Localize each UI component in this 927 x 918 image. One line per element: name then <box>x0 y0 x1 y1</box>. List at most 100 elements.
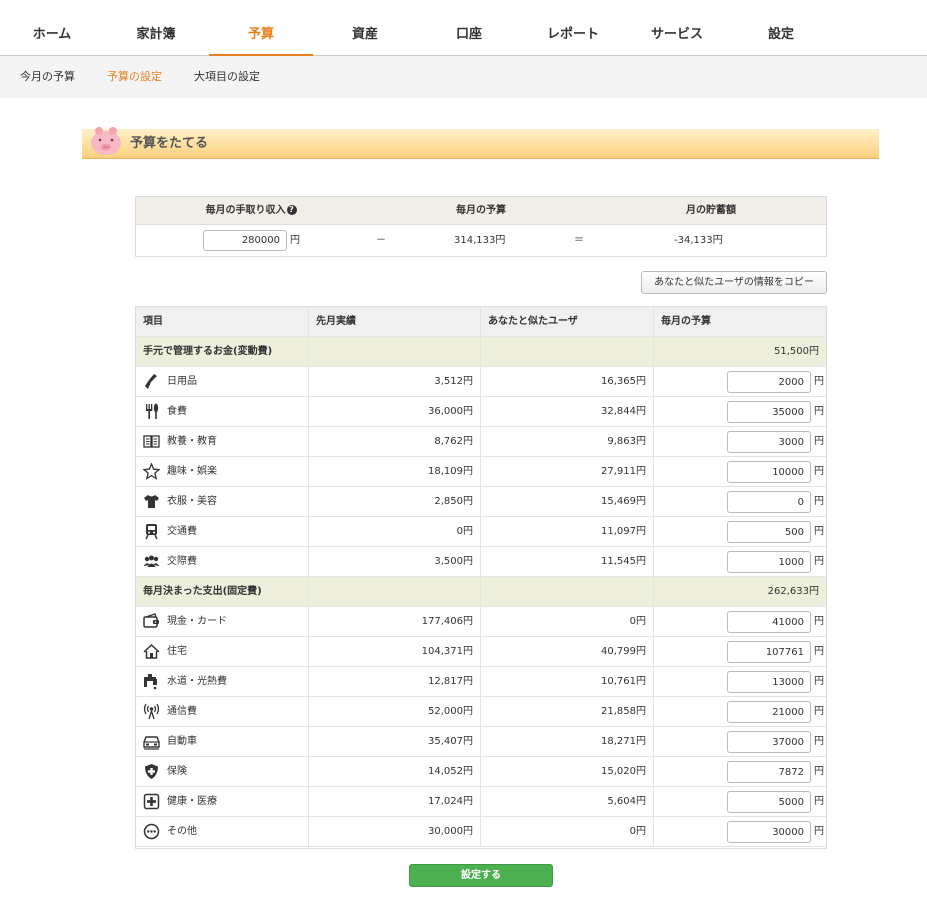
budget-input[interactable] <box>727 491 811 513</box>
row-last-month: 17,024円 <box>309 787 481 816</box>
row-similar-user: 0円 <box>481 817 654 846</box>
category-total: 51,500円 <box>774 346 819 357</box>
budget-input[interactable] <box>727 401 811 423</box>
yen-unit: 円 <box>814 766 824 777</box>
row-similar-user: 11,545円 <box>481 547 654 576</box>
row-similar-user: 16,365円 <box>481 367 654 396</box>
budget-input[interactable] <box>727 821 811 843</box>
shirt-icon <box>144 495 159 508</box>
row-item: 保険 <box>136 757 309 786</box>
table-row: 保険 14,052円15,020円 円 <box>136 757 826 787</box>
antenna-icon <box>143 703 160 720</box>
yen-unit: 円 <box>814 706 824 717</box>
subnav-category-settings[interactable]: 大項目の設定 <box>194 56 260 98</box>
row-item: 食費 <box>136 397 309 426</box>
row-last-month: 3,512円 <box>309 367 481 396</box>
table-header: 項目 先月実績 あなたと似たユーザ 毎月の予算 <box>136 307 826 337</box>
nav-report[interactable]: レポート <box>521 0 625 56</box>
header-similar-user: あなたと似たユーザ <box>481 307 654 336</box>
row-last-month: 18,109円 <box>309 457 481 486</box>
budget-input[interactable] <box>727 521 811 543</box>
budget-input[interactable] <box>727 551 811 573</box>
equals-sign: ＝ <box>574 235 584 246</box>
row-item: 健康・医療 <box>136 787 309 816</box>
copy-similar-user-button[interactable]: あなたと似たユーザの情報をコピー <box>641 271 827 294</box>
nav-accounts[interactable]: 口座 <box>417 0 521 56</box>
income-yen: 円 <box>290 235 300 246</box>
budget-input[interactable] <box>727 611 811 633</box>
yen-unit: 円 <box>814 496 824 507</box>
row-item: 水道・光熱費 <box>136 667 309 696</box>
nav-services[interactable]: サービス <box>625 0 729 56</box>
row-item: 趣味・娯楽 <box>136 457 309 486</box>
income-header: 毎月の手取り収入? <box>136 197 366 225</box>
row-similar-user: 27,911円 <box>481 457 654 486</box>
yen-unit: 円 <box>814 796 824 807</box>
category-empty <box>481 337 654 366</box>
nav-home[interactable]: ホーム <box>0 0 104 56</box>
row-item: その他 <box>136 817 309 846</box>
row-similar-user: 10,761円 <box>481 667 654 696</box>
medical-cross-icon <box>143 793 160 810</box>
header-last-month: 先月実績 <box>309 307 481 336</box>
table-row: 住宅 104,371円40,799円 円 <box>136 637 826 667</box>
budget-input[interactable] <box>727 431 811 453</box>
row-label: 交際費 <box>167 556 197 567</box>
shield-plus-icon <box>145 764 158 779</box>
budget-input[interactable] <box>727 791 811 813</box>
table-row: 食費 36,000円32,844円 円 <box>136 397 826 427</box>
income-label: 毎月の手取り収入 <box>205 205 286 216</box>
savings-header: 月の貯蓄額 <box>686 205 736 216</box>
summary-table: 毎月の手取り収入? 毎月の予算 月の貯蓄額 円 － 314,133円 ＝ -34… <box>135 196 827 257</box>
row-last-month: 3,500円 <box>309 547 481 576</box>
nav-household-book[interactable]: 家計簿 <box>104 0 208 56</box>
row-label: 通信費 <box>167 706 197 717</box>
row-item: 教養・教育 <box>136 427 309 456</box>
row-item: 住宅 <box>136 637 309 666</box>
nav-budget[interactable]: 予算 <box>209 0 313 57</box>
row-label: 交通費 <box>167 526 197 537</box>
yen-unit: 円 <box>814 526 824 537</box>
nav-settings[interactable]: 設定 <box>729 0 833 56</box>
row-label: 住宅 <box>167 646 187 657</box>
table-row: 衣服・美容 2,850円15,469円 円 <box>136 487 826 517</box>
minus-sign: － <box>376 235 386 246</box>
category-label: 手元で管理するお金(変動費) <box>136 337 309 366</box>
nav-assets[interactable]: 資産 <box>313 0 417 56</box>
row-similar-user: 15,469円 <box>481 487 654 516</box>
sub-navigation: 今月の予算 予算の設定 大項目の設定 <box>0 56 927 98</box>
people-icon <box>143 555 160 567</box>
budget-input[interactable] <box>727 761 811 783</box>
income-input[interactable] <box>203 230 287 251</box>
row-label: 食費 <box>167 406 187 417</box>
section-banner: 予算をたてる <box>82 127 879 159</box>
yen-unit: 円 <box>814 406 824 417</box>
row-last-month: 36,000円 <box>309 397 481 426</box>
budget-input[interactable] <box>727 641 811 663</box>
car-icon <box>143 736 160 750</box>
row-similar-user: 11,097円 <box>481 517 654 546</box>
budget-input[interactable] <box>727 671 811 693</box>
category-empty <box>309 337 481 366</box>
submit-button[interactable]: 設定する <box>409 864 553 887</box>
table-row: その他 30,000円0円 円 <box>136 817 826 847</box>
row-label: 衣服・美容 <box>167 496 217 507</box>
budget-input[interactable] <box>727 371 811 393</box>
budget-input[interactable] <box>727 701 811 723</box>
row-similar-user: 0円 <box>481 607 654 636</box>
row-label: その他 <box>167 826 197 837</box>
subnav-this-month-budget[interactable]: 今月の予算 <box>20 56 75 98</box>
budget-input[interactable] <box>727 461 811 483</box>
budget-table: 項目 先月実績 あなたと似たユーザ 毎月の予算 手元で管理するお金(変動費) 51… <box>135 306 827 849</box>
row-similar-user: 32,844円 <box>481 397 654 426</box>
train-icon <box>145 524 158 540</box>
table-row: 教養・教育 8,762円9,863円 円 <box>136 427 826 457</box>
question-circle-icon[interactable]: ? <box>286 205 297 215</box>
row-last-month: 35,407円 <box>309 727 481 756</box>
budget-input[interactable] <box>727 731 811 753</box>
table-row: 日用品 3,512円16,365円 円 <box>136 367 826 397</box>
row-similar-user: 21,858円 <box>481 697 654 726</box>
subnav-budget-settings[interactable]: 予算の設定 <box>107 56 162 98</box>
budget-total: 314,133円 <box>454 235 506 246</box>
row-last-month: 14,052円 <box>309 757 481 786</box>
